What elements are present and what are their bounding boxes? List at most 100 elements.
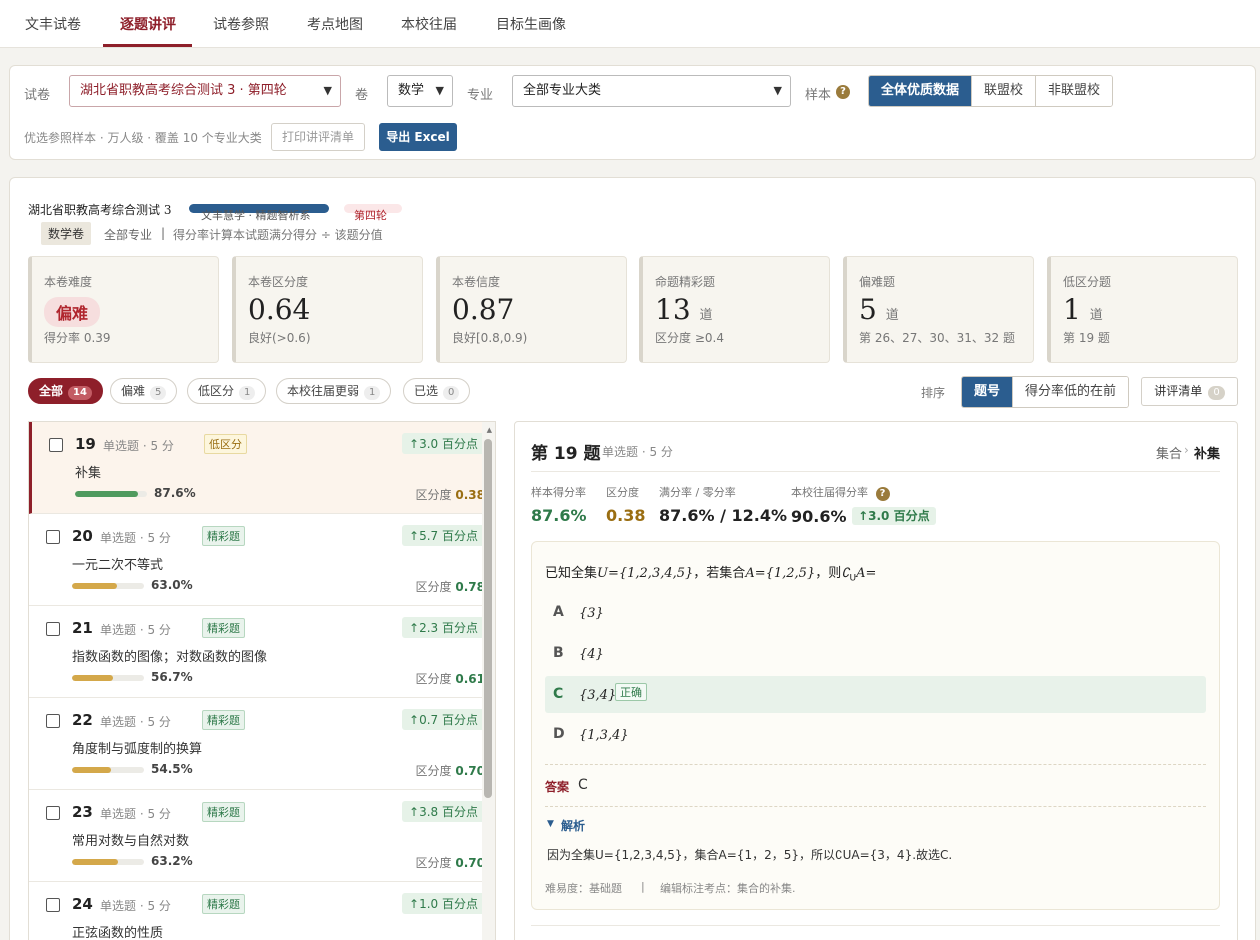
discrimination: 区分度 0.70 — [416, 854, 485, 871]
metric-label: 满分率 / 零分率 — [659, 486, 736, 499]
volume-tag: 数学卷 — [41, 222, 92, 245]
chip-label: 偏难 — [121, 384, 146, 398]
option-b[interactable]: B {4} — [545, 635, 1206, 672]
chip-count: 5 — [150, 386, 167, 400]
chip-low-disc[interactable]: 低区分 1 — [187, 378, 267, 404]
stat-number: 5 — [859, 293, 877, 326]
stat-value: 1 道 — [1063, 293, 1103, 326]
review-list-button[interactable]: 讲评清单 0 — [1141, 377, 1238, 406]
paper-select-value: 湖北省职教高考综合测试 3 · 第四轮 — [80, 83, 287, 98]
volume-select[interactable]: 数学 ▼ — [387, 75, 453, 107]
divider — [531, 925, 1220, 926]
question-number: 23 — [72, 803, 93, 821]
tab-question-review[interactable]: 逐题讲评 — [120, 14, 176, 34]
option-a[interactable]: A {3} — [545, 594, 1206, 631]
breadcrumb-separator: › — [1184, 443, 1189, 457]
school-up-badge: ↑3.0 百分点 — [402, 433, 485, 454]
round-badge-text: 第四轮 — [354, 209, 387, 222]
tab-paper-reference[interactable]: 试卷参照 — [213, 14, 269, 34]
stat-title: 本卷信度 — [452, 275, 501, 289]
select-checkbox[interactable] — [49, 438, 63, 452]
stat-card-difficulty: 本卷难度 偏难 得分率 0.39 — [28, 256, 219, 363]
stat-card-discrimination: 本卷区分度 0.64 良好(>0.6) — [232, 256, 423, 363]
question-topic: 常用对数与自然对数 — [72, 834, 190, 849]
question-number: 22 — [72, 711, 93, 729]
score-rate: 63.2% — [151, 854, 193, 868]
analysis-toggle[interactable]: 解析 — [561, 817, 585, 834]
question-row[interactable]: 20 单选题 · 5 分 精彩题 ↑5.7 百分点 一元二次不等式 63.0% 区分度 0.… — [29, 514, 495, 606]
metric-label: 样本得分率 — [531, 486, 586, 499]
stat-unit: 道 — [885, 308, 899, 323]
select-checkbox[interactable] — [46, 806, 60, 820]
paper-label: 试卷 — [24, 88, 51, 103]
correct-tag: 正确 — [615, 683, 647, 701]
tab-target-student[interactable]: 目标生画像 — [496, 14, 566, 34]
discrimination: 区分度 0.61 — [416, 670, 485, 687]
question-row[interactable]: 24单选题 · 5 分精彩题↑1.0 百分点正弦函数的性质区分度 — [29, 882, 495, 940]
option-text: {4} — [579, 647, 604, 662]
major-select[interactable]: 全部专业大类 ▼ — [512, 75, 791, 107]
sample-option-all[interactable]: 全体优质数据 — [869, 76, 972, 106]
breadcrumb-topic: 集合 — [1156, 447, 1183, 462]
question-meta: 单选题 · 5 分 — [100, 807, 171, 821]
score-rate-fill — [72, 767, 112, 773]
stat-unit: 道 — [1089, 308, 1103, 323]
option-c[interactable]: C {3,4} 正确 — [545, 676, 1206, 713]
question-tag: 低区分 — [204, 434, 247, 454]
help-icon[interactable]: ? — [836, 85, 850, 99]
score-rate-bar — [75, 491, 147, 497]
stat-title: 本卷难度 — [44, 275, 93, 289]
divider — [545, 764, 1206, 765]
caret-down-icon[interactable]: ▼ — [547, 819, 554, 829]
tab-wenfeng-paper[interactable]: 文丰试卷 — [25, 14, 81, 34]
sort-option-rate[interactable]: 得分率低的在前 — [1012, 377, 1129, 407]
stat-sub: 第 19 题 — [1063, 331, 1110, 345]
sample-option-alliance[interactable]: 联盟校 — [971, 76, 1036, 106]
chip-label: 已选 — [414, 384, 439, 398]
major-tag: 全部专业 — [104, 228, 153, 242]
school-up-badge: ↑3.8 百分点 — [402, 801, 485, 822]
chevron-down-icon: ▼ — [435, 84, 444, 97]
question-row[interactable]: 19 单选题 · 5 分 低区分 ↑3.0 百分点 补集 87.6% 区分度 0.38 — [29, 422, 495, 514]
stat-value: 13 道 — [655, 293, 713, 326]
question-stem: 已知全集U={1,2,3,4,5}，若集合A={1,2,5}，则∁UA= — [545, 562, 876, 584]
sample-option-non-alliance[interactable]: 非联盟校 — [1035, 76, 1113, 106]
stem-math: A={1,2,5} — [745, 566, 816, 581]
chip-selected[interactable]: 已选 0 — [403, 378, 471, 404]
score-rate: 56.7% — [151, 670, 193, 684]
print-review-button[interactable]: 打印讲评清单 — [271, 123, 365, 151]
tab-knowledge-map[interactable]: 考点地图 — [307, 14, 363, 34]
scroll-up-icon[interactable]: ▲ — [487, 426, 492, 434]
question-row[interactable]: 21 单选题 · 5 分 精彩题 ↑2.3 百分点 指数函数的图像；对数函数的图像 56.… — [29, 606, 495, 698]
stat-sub: 区分度 ≥0.4 — [655, 331, 724, 345]
chip-label: 本校往届更弱 — [287, 384, 360, 398]
select-checkbox[interactable] — [46, 622, 60, 636]
score-rate-bar — [72, 767, 144, 773]
sort-option-number[interactable]: 题号 — [962, 377, 1013, 407]
tab-school-history[interactable]: 本校往届 — [401, 14, 457, 34]
major-select-value: 全部专业大类 — [523, 83, 602, 98]
export-excel-button[interactable]: 导出 Excel — [379, 123, 457, 151]
chevron-down-icon: ▼ — [323, 84, 332, 97]
question-number: 19 — [75, 435, 96, 453]
select-checkbox[interactable] — [46, 898, 60, 912]
question-row[interactable]: 23 单选题 · 5 分 精彩题 ↑3.8 百分点 常用对数与自然对数 63.2% 区分度 … — [29, 790, 495, 882]
chip-hard[interactable]: 偏难 5 — [110, 378, 178, 404]
question-tag: 精彩题 — [202, 526, 245, 546]
help-icon[interactable]: ? — [875, 487, 890, 501]
select-checkbox[interactable] — [46, 530, 60, 544]
scrollbar-thumb[interactable] — [484, 439, 492, 798]
score-rate-fill — [72, 583, 118, 589]
question-row[interactable]: 22 单选题 · 5 分 精彩题 ↑0.7 百分点 角度制与弧度制的换算 54.5% 区分度… — [29, 698, 495, 790]
question-list[interactable]: 19 单选题 · 5 分 低区分 ↑3.0 百分点 补集 87.6% 区分度 0.38 20 单… — [28, 421, 496, 940]
discrimination-value: 0.78 — [455, 580, 485, 594]
option-d[interactable]: D {1,3,4} — [545, 716, 1206, 753]
discrimination-label: 区分度 — [415, 856, 452, 870]
chip-all[interactable]: 全部 14 — [28, 378, 103, 404]
score-rate-bar — [72, 675, 144, 681]
chip-count: 14 — [68, 386, 92, 400]
paper-select[interactable]: 湖北省职教高考综合测试 3 · 第四轮 ▼ — [69, 75, 341, 107]
chip-school-weaker[interactable]: 本校往届更弱 1 — [276, 378, 392, 404]
question-topic: 指数函数的图像；对数函数的图像 — [72, 650, 268, 665]
select-checkbox[interactable] — [46, 714, 60, 728]
